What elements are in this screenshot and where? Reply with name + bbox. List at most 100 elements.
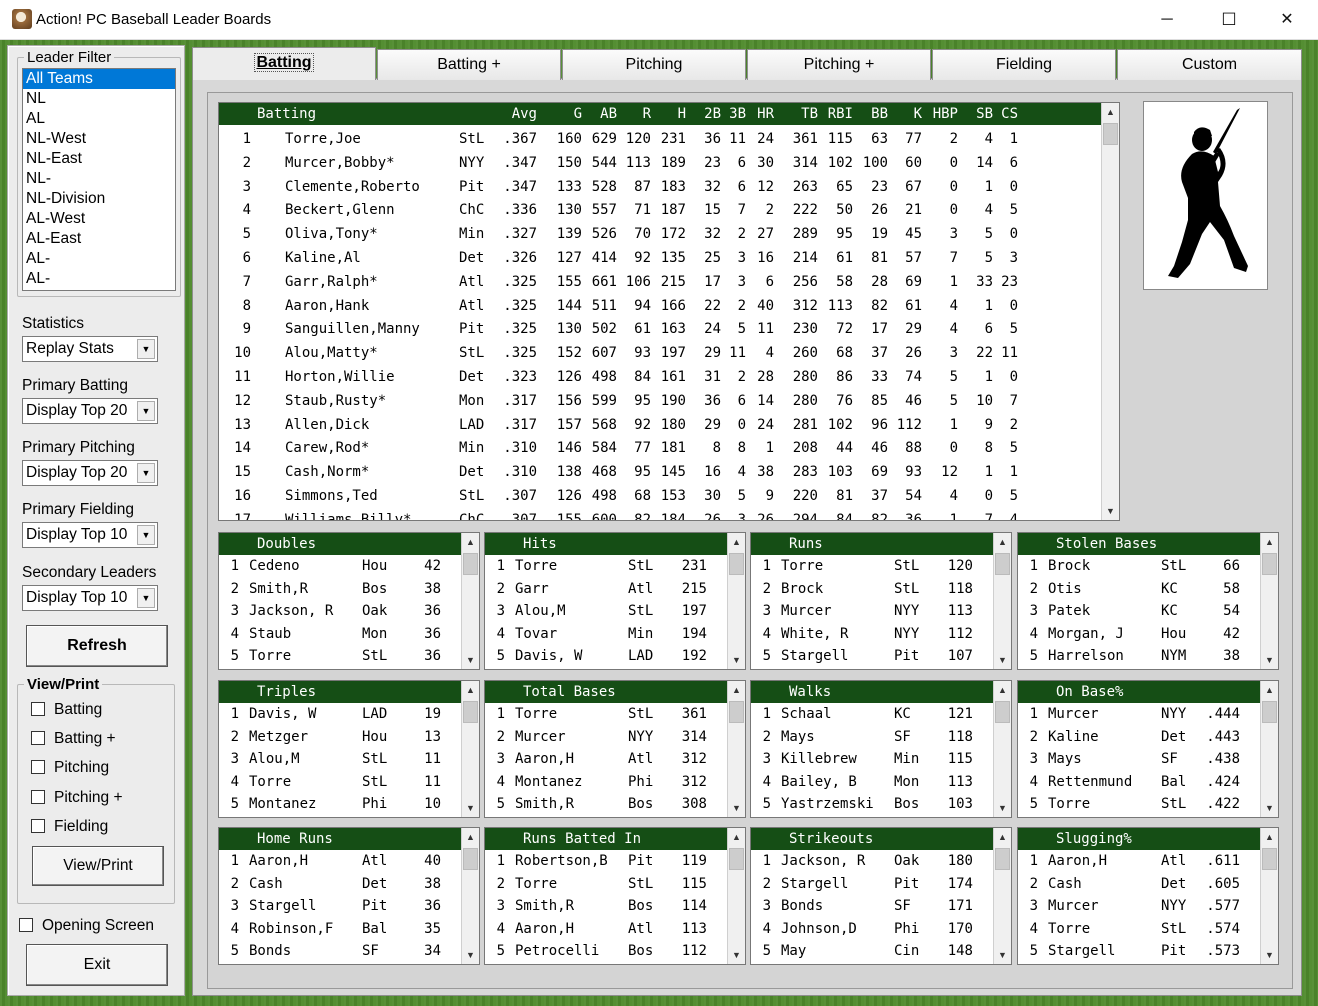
chevron-down-icon[interactable]: ▼	[137, 463, 155, 483]
scroll-thumb[interactable]	[463, 848, 478, 870]
tab-3[interactable]: Pitching +	[747, 49, 931, 80]
filter-item[interactable]: AL-East	[23, 229, 175, 249]
tab-0[interactable]: Batting	[192, 47, 376, 80]
leader-row[interactable]: 2 Metzger Hou 13	[219, 726, 461, 749]
checkbox-box[interactable]	[31, 701, 45, 716]
checkbox-box[interactable]	[31, 730, 45, 745]
leader-row[interactable]: 2 Murcer NYY 314	[485, 726, 727, 749]
leader-row[interactable]: 2 Torre StL 115	[485, 873, 727, 896]
leader-row[interactable]: 5 May Cin 148	[751, 940, 993, 963]
tab-5[interactable]: Custom	[1117, 49, 1302, 80]
close-button[interactable]: ✕	[1262, 0, 1312, 40]
checkbox-box[interactable]	[31, 818, 45, 833]
scroll-up-icon[interactable]: ▲	[462, 533, 479, 551]
filter-item[interactable]: AL-	[23, 249, 175, 269]
batting-row[interactable]: 12 Staub,Rusty* Mon .317 156 599 95 190 36 6 14 280…	[219, 389, 1101, 413]
leader-row[interactable]: 1 Jackson, R Oak 180	[751, 850, 993, 873]
batting-row[interactable]: 7 Garr,Ralph* Atl .325 155 661 106 215 17 3 6 256 58…	[219, 270, 1101, 294]
scroll-down-icon[interactable]: ▼	[1261, 799, 1278, 817]
filter-item[interactable]: All Teams	[23, 69, 175, 89]
scroll-up-icon[interactable]: ▲	[728, 533, 745, 551]
leader-row[interactable]: 1 Torre StL 120	[751, 555, 993, 578]
leader-scrollbar[interactable]: ▲ ▼	[727, 681, 745, 817]
leader-row[interactable]: 4 Montanez Phi 312	[485, 771, 727, 794]
leader-row[interactable]: 3 Jackson, R Oak 36	[219, 600, 461, 623]
leader-row[interactable]: 3 Stargell Pit 36	[219, 895, 461, 918]
scroll-up-icon[interactable]: ▲	[1261, 828, 1278, 846]
scroll-down-icon[interactable]: ▼	[462, 946, 479, 964]
leader-row[interactable]: 5 Torre StL 36	[219, 645, 461, 668]
leader-scrollbar[interactable]: ▲ ▼	[727, 533, 745, 669]
scroll-down-icon[interactable]: ▼	[728, 799, 745, 817]
scroll-down-icon[interactable]: ▼	[1261, 946, 1278, 964]
batting-row[interactable]: 10 Alou,Matty* StL .325 152 607 93 197 29 11 4 260 6…	[219, 341, 1101, 365]
leader-row[interactable]: 4 White, R NYY 112	[751, 623, 993, 646]
scroll-thumb[interactable]	[1262, 848, 1277, 870]
leader-row[interactable]: 3 Patek KC 54	[1018, 600, 1260, 623]
leader-row[interactable]: 5 Montanez Phi 10	[219, 793, 461, 816]
leader-row[interactable]: 3 Alou,M StL 197	[485, 600, 727, 623]
leader-row[interactable]: 3 Murcer NYY .577	[1018, 895, 1260, 918]
scroll-thumb[interactable]	[729, 701, 744, 723]
leader-scrollbar[interactable]: ▲ ▼	[993, 533, 1011, 669]
viewprint-checkbox-1[interactable]: Batting +	[31, 729, 116, 749]
view-print-button[interactable]: View/Print	[32, 846, 164, 886]
leader-row[interactable]: 5 Stargell Pit .573	[1018, 940, 1260, 963]
leader-row[interactable]: 4 Bailey, B Mon 113	[751, 771, 993, 794]
scroll-down-icon[interactable]: ▼	[994, 651, 1011, 669]
leader-row[interactable]: 4 Rettenmund Bal .424	[1018, 771, 1260, 794]
statistics-select[interactable]: Replay Stats ▼	[22, 336, 158, 362]
leader-row[interactable]: 2 Brock StL 118	[751, 578, 993, 601]
leader-scrollbar[interactable]: ▲ ▼	[1260, 828, 1278, 964]
leader-row[interactable]: 2 Garr Atl 215	[485, 578, 727, 601]
batting-row[interactable]: 5 Oliva,Tony* Min .327 139 526 70 172 32 2 27 289 95…	[219, 222, 1101, 246]
leader-row[interactable]: 4 Morgan, J Hou 42	[1018, 623, 1260, 646]
leader-row[interactable]: 2 Cash Det .605	[1018, 873, 1260, 896]
viewprint-checkbox-2[interactable]: Pitching	[31, 758, 109, 778]
exit-button[interactable]: Exit	[26, 944, 168, 986]
leader-row[interactable]: 5 Davis, W LAD 192	[485, 645, 727, 668]
checkbox-box[interactable]	[31, 789, 45, 804]
leader-scrollbar[interactable]: ▲ ▼	[993, 828, 1011, 964]
minimize-button[interactable]: ─	[1142, 0, 1192, 40]
leader-row[interactable]: 2 Stargell Pit 174	[751, 873, 993, 896]
leader-row[interactable]: 1 Schaal KC 121	[751, 703, 993, 726]
leader-row[interactable]: 5 Bonds SF 34	[219, 940, 461, 963]
scroll-up-icon[interactable]: ▲	[728, 681, 745, 699]
leader-row[interactable]: 2 Smith,R Bos 38	[219, 578, 461, 601]
leader-row[interactable]: 5 Torre StL .422	[1018, 793, 1260, 816]
viewprint-checkbox-4[interactable]: Fielding	[31, 817, 108, 837]
leader-row[interactable]: 2 Otis KC 58	[1018, 578, 1260, 601]
filter-item[interactable]: NL-Division	[23, 189, 175, 209]
leader-row[interactable]: 1 Aaron,H Atl 40	[219, 850, 461, 873]
scroll-up-icon[interactable]: ▲	[994, 533, 1011, 551]
leader-row[interactable]: 3 Bonds SF 171	[751, 895, 993, 918]
leader-row[interactable]: 4 Aaron,H Atl 113	[485, 918, 727, 941]
scroll-thumb[interactable]	[463, 701, 478, 723]
scroll-up-icon[interactable]: ▲	[728, 828, 745, 846]
chevron-down-icon[interactable]: ▼	[137, 339, 155, 359]
checkbox-box[interactable]	[31, 759, 45, 774]
leader-row[interactable]: 3 Aaron,H Atl 312	[485, 748, 727, 771]
checkbox-box[interactable]	[19, 917, 33, 932]
maximize-button[interactable]: ☐	[1204, 0, 1254, 40]
leader-scrollbar[interactable]: ▲ ▼	[1260, 533, 1278, 669]
scroll-down-icon[interactable]: ▼	[728, 651, 745, 669]
viewprint-checkbox-3[interactable]: Pitching +	[31, 788, 123, 808]
scroll-up-icon[interactable]: ▲	[1261, 681, 1278, 699]
batting-row[interactable]: 11 Horton,Willie Det .323 126 498 84 161 31 2 28 28…	[219, 365, 1101, 389]
leader-row[interactable]: 4 Robinson,F Bal 35	[219, 918, 461, 941]
leader-row[interactable]: 5 Stargell Pit 107	[751, 645, 993, 668]
scroll-down-icon[interactable]: ▼	[728, 946, 745, 964]
batting-row[interactable]: 16 Simmons,Ted StL .307 126 498 68 153 30 5 9 220 81…	[219, 484, 1101, 508]
filter-item[interactable]: AL-West	[23, 209, 175, 229]
batting-row[interactable]: 6 Kaline,Al Det .326 127 414 92 135 25 3 16 214 61 81…	[219, 246, 1101, 270]
primary-fielding-select[interactable]: Display Top 10 ▼	[22, 522, 158, 548]
tab-4[interactable]: Fielding	[932, 49, 1116, 80]
scroll-up-icon[interactable]: ▲	[462, 828, 479, 846]
filter-item[interactable]: NL-West	[23, 129, 175, 149]
chevron-down-icon[interactable]: ▼	[137, 525, 155, 545]
leader-row[interactable]: 3 Murcer NYY 113	[751, 600, 993, 623]
leader-filter-list[interactable]: All Teams NL AL NL-West NL-East NL- NL-Divisio…	[22, 68, 176, 291]
chevron-down-icon[interactable]: ▼	[137, 588, 155, 608]
